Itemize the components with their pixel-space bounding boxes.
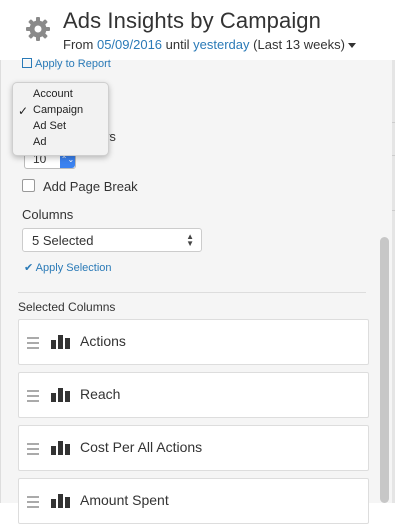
column-name: Cost Per All Actions xyxy=(80,439,203,455)
checkbox-icon xyxy=(22,58,32,68)
until-text: until xyxy=(165,37,190,52)
apply-to-report-link[interactable]: Apply to Report xyxy=(22,58,111,70)
selected-column-item[interactable]: Actions xyxy=(18,319,369,365)
columns-select[interactable]: 5 Selected ▲ ▼ xyxy=(22,228,202,252)
menu-item-ad[interactable]: Ad xyxy=(33,136,46,148)
menu-item-campaign[interactable]: ✓ Campaign xyxy=(18,104,84,118)
page-title: Ads Insights by Campaign xyxy=(63,8,321,33)
divider xyxy=(18,292,366,293)
selected-column-item[interactable]: Cost Per All Actions xyxy=(18,425,369,471)
panel-scrollbar[interactable] xyxy=(380,237,389,503)
bar-chart-icon xyxy=(51,388,71,402)
apply-selection-link[interactable]: ✔ Apply Selection xyxy=(24,261,112,274)
menu-item-label: Campaign xyxy=(33,104,84,116)
end-date-link[interactable]: yesterday xyxy=(193,37,249,52)
report-header: Ads Insights by Campaign From 05/09/2016… xyxy=(0,0,395,61)
period-text: (Last 13 weeks) xyxy=(253,37,345,52)
checkmark-icon: ✔ xyxy=(24,262,34,274)
page-break-label: Add Page Break xyxy=(43,179,138,194)
selected-column-item[interactable]: Amount Spent xyxy=(18,478,369,524)
checkmark-icon: ✓ xyxy=(18,104,29,118)
drag-handle-icon[interactable] xyxy=(27,496,39,511)
bar-chart-icon xyxy=(51,494,71,508)
page-break-checkbox[interactable] xyxy=(22,179,35,192)
bar-chart-icon xyxy=(51,335,71,349)
column-name: Actions xyxy=(80,333,126,349)
drag-handle-icon[interactable] xyxy=(27,443,39,458)
gear-icon[interactable] xyxy=(25,16,51,42)
menu-item-account[interactable]: Account xyxy=(33,88,73,100)
apply-to-report-label: Apply to Report xyxy=(35,58,111,70)
level-dropdown-menu: Account ✓ Campaign Ad Set Ad xyxy=(12,82,109,156)
column-name: Amount Spent xyxy=(80,492,169,508)
date-range[interactable]: From 05/09/2016 until yesterday (Last 13… xyxy=(63,37,356,52)
selected-column-item[interactable]: Reach xyxy=(18,372,369,418)
apply-selection-label: Apply Selection xyxy=(35,262,112,274)
column-name: Reach xyxy=(80,386,121,402)
caret-down-icon[interactable] xyxy=(347,43,356,49)
bar-chart-icon xyxy=(51,441,71,455)
menu-item-ad-set[interactable]: Ad Set xyxy=(33,120,66,132)
selected-columns-title: Selected Columns xyxy=(18,300,116,314)
range-prefix: From xyxy=(63,37,94,52)
columns-label: Columns xyxy=(22,207,74,222)
drag-handle-icon[interactable] xyxy=(27,390,39,405)
select-arrows-icon: ▲ ▼ xyxy=(186,232,194,248)
drag-handle-icon[interactable] xyxy=(27,337,39,352)
columns-selected-value: 5 Selected xyxy=(32,233,94,248)
page-break-option[interactable]: Add Page Break xyxy=(22,179,138,194)
start-date-link[interactable]: 05/09/2016 xyxy=(97,37,162,52)
